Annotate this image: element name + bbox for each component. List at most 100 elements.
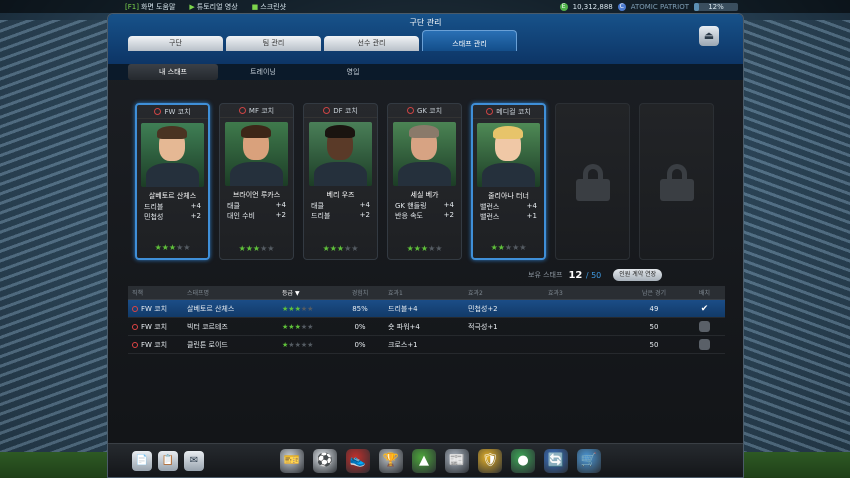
star-icon: ★ — [420, 244, 429, 253]
tab-players[interactable]: 선수 관리 — [324, 36, 419, 51]
staff-name: 세실 베가 — [410, 191, 439, 199]
shield-icon[interactable]: 🛡 — [478, 449, 502, 473]
newspaper-icon[interactable]: 📰 — [445, 449, 469, 473]
table-row[interactable]: FW 코치 클린튼 로이드 ★★★★★ 0% 크로스+1 50 — [128, 336, 725, 354]
position-icon — [406, 107, 414, 114]
star-icon: ★ — [413, 244, 421, 253]
tab-club[interactable]: 구단 — [128, 36, 223, 51]
header-role[interactable]: 직책 — [128, 288, 183, 297]
star-icon: ★ — [504, 243, 513, 252]
cell-effect1: 드리블+4 — [388, 304, 418, 313]
header-effect1[interactable]: 효과1 — [384, 288, 464, 297]
locked-slot — [555, 103, 630, 260]
grade-stars: ★★★★★ — [220, 244, 293, 253]
staff-name: 브라이언 루카스 — [232, 191, 281, 199]
staff-card[interactable]: DF 코치 베리 우즈 태클 +4 드리블 +2 ★★★★★ — [303, 103, 378, 260]
staff-cards: FW 코치 살베토르 산체스 드리블 +4 민첩성 +2 ★★★★★ MF 코치 브라이언 루카… — [135, 103, 714, 260]
header-placed[interactable]: 배치 — [684, 288, 725, 297]
header-name[interactable]: 스태프명 — [183, 288, 278, 297]
video-icon: ▶ — [189, 2, 195, 11]
cell-name: 빅터 코르테즈 — [187, 322, 228, 331]
pitch-left — [0, 452, 110, 478]
position-icon — [323, 107, 331, 114]
window-title: 구단 관리 — [409, 18, 442, 27]
extend-contract-button[interactable]: 인원 계약 연장 — [613, 269, 663, 281]
lock-icon — [660, 164, 694, 201]
stat-row: 드리블 +4 — [144, 202, 201, 211]
staff-count-row: 보유 스태프 12 / 50 인원 계약 연장 — [528, 269, 663, 281]
stat-row: 반응 속도 +2 — [395, 211, 454, 220]
cell-placed[interactable]: ✔ — [684, 304, 725, 314]
cell-placed[interactable] — [684, 321, 725, 332]
placement-checkbox[interactable] — [699, 321, 710, 332]
stat-row: 민첩성 +2 — [144, 212, 201, 221]
staff-card[interactable]: GK 코치세실 베가 GK 핸들링 +4 반응 속도 +2 ★★★★★ — [387, 103, 462, 260]
trophy-icon[interactable]: 🏆 — [379, 449, 403, 473]
cash-coin-icon: C — [617, 2, 626, 11]
card-position: GK 코치 — [388, 104, 461, 118]
staff-card[interactable]: FW 코치 살베토르 산체스 드리블 +4 민첩성 +2 ★★★★★ — [135, 103, 210, 260]
star-icon: ★ — [154, 243, 162, 252]
cell-grade: ★★★★★ — [278, 305, 336, 313]
ball-icon[interactable]: ⚽ — [313, 449, 337, 473]
header-grade[interactable]: 등급 ▼ — [278, 288, 336, 297]
grade-stars: ★★★★★ — [304, 244, 377, 253]
exchange-icon[interactable]: 🔄 — [544, 449, 568, 473]
camera-icon: ■ — [251, 2, 259, 11]
document-icon-button[interactable]: 📄 — [132, 451, 152, 471]
cell-effect1: 크로스+1 — [388, 340, 418, 349]
grade-stars: ★★★★★ — [388, 244, 461, 253]
subtab-recruit[interactable]: 영입 — [308, 64, 398, 80]
cell-effect1: 숏 파워+4 — [388, 322, 420, 331]
staff-card[interactable]: 메디컬 코치 줄리아나 터너 밸런스 +4 밸런스 +1 ★★★★★ — [471, 103, 546, 260]
subtab-my-staff[interactable]: 내 스태프 — [128, 64, 218, 80]
header-effect3[interactable]: 효과3 — [544, 288, 624, 297]
tutorial-link[interactable]: ▶ 튜토리얼 영상 — [189, 2, 237, 12]
cell-name: 클린튼 로이드 — [187, 340, 228, 349]
mail-icon-button[interactable]: ✉ — [184, 451, 204, 471]
position-icon — [132, 341, 138, 348]
star-icon: ★ — [307, 304, 314, 313]
stat-row: 밸런스 +1 — [480, 212, 537, 221]
tab-staff[interactable]: 스태프 관리 — [422, 30, 517, 51]
placement-checkbox[interactable] — [699, 339, 710, 350]
cell-effect2: 적극성+1 — [468, 322, 498, 331]
star-icon: ★ — [168, 243, 177, 252]
boots-icon[interactable]: 👟 — [346, 449, 370, 473]
position-icon — [154, 108, 162, 115]
screenshot-link[interactable]: ■ 스크린샷 — [252, 2, 286, 12]
home-button[interactable]: ⏏ — [699, 26, 719, 46]
stat-row: GK 핸들링 +4 — [395, 201, 454, 210]
cone-icon[interactable]: ▲ — [412, 449, 436, 473]
table-row[interactable]: FW 코치 살베토르 산체스 ★★★★★ 85% 드리블+4 민첩성+2 49 ✔ — [128, 300, 725, 318]
card-position: FW 코치 — [137, 105, 208, 119]
position-icon — [238, 107, 246, 114]
list-icon-button[interactable]: 📋 — [158, 451, 178, 471]
cell-games-left: 50 — [649, 340, 659, 349]
star-icon: ★ — [351, 244, 359, 253]
header-exp[interactable]: 경험치 — [336, 288, 384, 297]
card-position: MF 코치 — [220, 104, 293, 118]
cell-role: FW 코치 — [128, 322, 183, 332]
grade-stars: ★★★★★ — [473, 243, 544, 252]
position-icon — [132, 323, 138, 330]
position-icon — [132, 305, 138, 312]
cart-icon[interactable]: 🛒 — [577, 449, 601, 473]
club-icon[interactable]: ● — [511, 449, 535, 473]
tab-team[interactable]: 팀 관리 — [226, 36, 321, 51]
card-position: DF 코치 — [304, 104, 377, 118]
cell-exp: 85% — [352, 304, 368, 313]
header-games-left[interactable]: 남은 경기 — [624, 288, 684, 297]
cell-games-left: 49 — [649, 304, 659, 313]
stat-row: 대인 수비 +2 — [227, 211, 286, 220]
cell-placed[interactable] — [684, 339, 725, 350]
star-icon: ★ — [267, 244, 275, 253]
stat-row: 태클 +4 — [311, 201, 370, 210]
help-link[interactable]: [F1] 화면 도움말 — [125, 2, 175, 12]
header-effect2[interactable]: 효과2 — [464, 288, 544, 297]
staff-card[interactable]: MF 코치 브라이언 루카스 태클 +4 대인 수비 +2 ★★★★★ — [219, 103, 294, 260]
subtab-training[interactable]: 트레이닝 — [218, 64, 308, 80]
table-row[interactable]: FW 코치 빅터 코르테즈 ★★★★★ 0% 숏 파워+4 적극성+1 50 — [128, 318, 725, 336]
star-icon: ★ — [252, 244, 261, 253]
ticket-icon[interactable]: 🎫 — [280, 449, 304, 473]
